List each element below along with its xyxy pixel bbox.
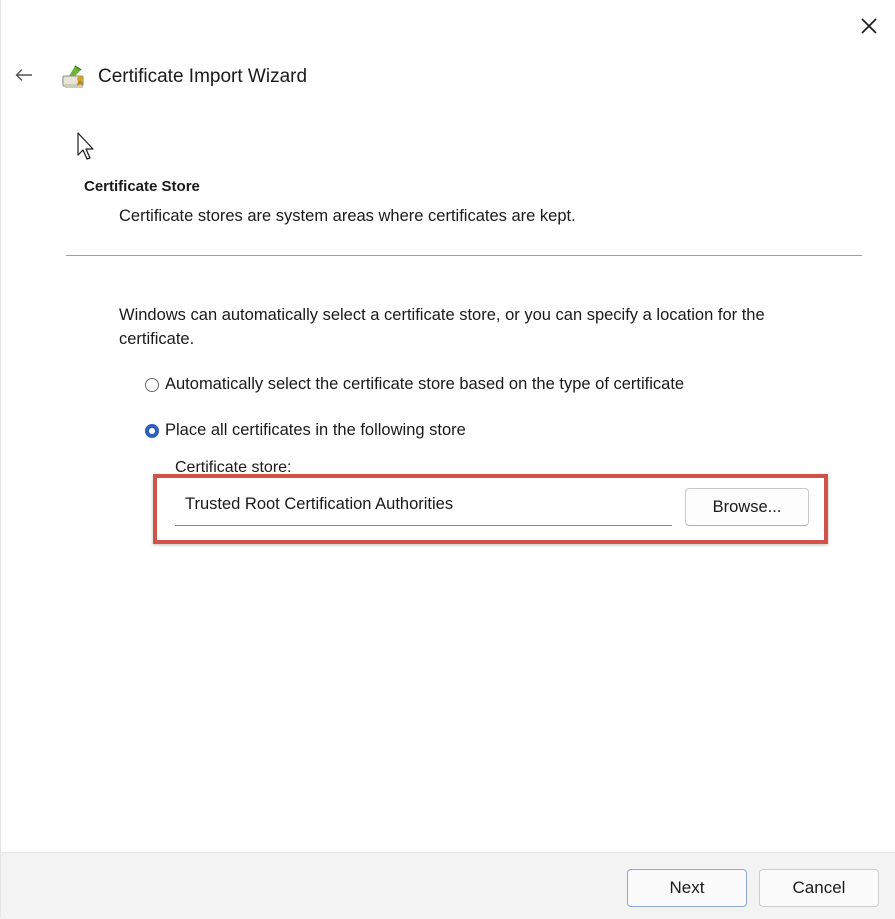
radio-place-all-label: Place all certificates in the following … — [165, 421, 466, 439]
footer-bar: Next Cancel — [1, 852, 895, 919]
window-title: Certificate Import Wizard — [98, 66, 308, 87]
radio-button-unselected[interactable] — [145, 377, 159, 392]
section-description: Certificate stores are system areas wher… — [119, 207, 576, 225]
radio-auto-select[interactable]: Automatically select the certificate sto… — [145, 375, 684, 394]
radio-place-all[interactable]: Place all certificates in the following … — [145, 421, 466, 440]
radio-auto-select-label: Automatically select the certificate sto… — [165, 375, 685, 393]
next-button[interactable]: Next — [627, 869, 747, 907]
certificate-store-field[interactable]: Trusted Root Certification Authorities — [175, 486, 672, 526]
back-button[interactable] — [9, 60, 39, 90]
divider — [66, 255, 862, 256]
certificate-store-label: Certificate store: — [175, 459, 292, 476]
cancel-button[interactable]: Cancel — [759, 869, 879, 907]
radio-button-selected[interactable] — [145, 423, 159, 438]
back-arrow-icon — [15, 69, 32, 81]
intro-text: Windows can automatically select a certi… — [119, 306, 765, 348]
browse-button[interactable]: Browse... — [685, 488, 809, 526]
section-heading: Certificate Store — [84, 178, 200, 195]
certificate-icon — [62, 65, 84, 88]
close-icon — [861, 18, 877, 34]
close-button[interactable] — [851, 8, 887, 44]
mouse-cursor-icon — [77, 132, 94, 160]
certificate-import-wizard-window: Certificate Import Wizard Certificate St… — [0, 0, 895, 919]
